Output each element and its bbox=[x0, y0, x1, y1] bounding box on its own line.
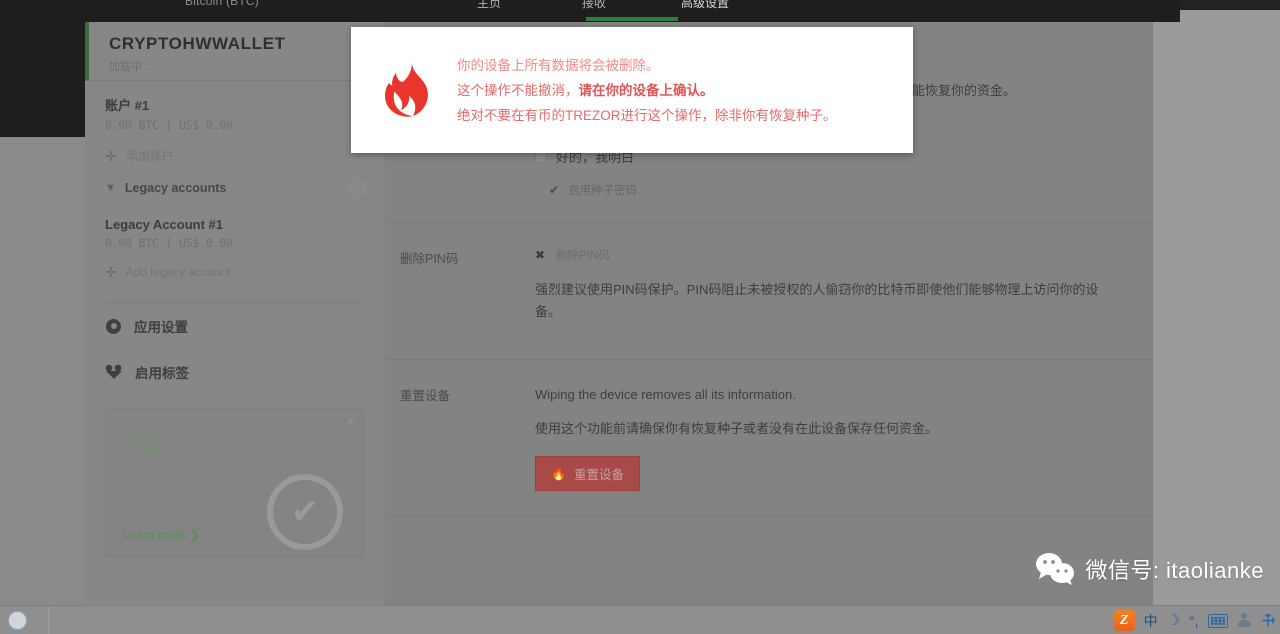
modal-line-2: 这个操作不能撤消，请在你的设备上确认。 bbox=[457, 78, 837, 103]
active-tab-underline bbox=[586, 17, 678, 21]
dark-left-panel bbox=[0, 0, 85, 137]
breadcrumb: Bitcoin (BTC) bbox=[185, 0, 259, 8]
taskbar-divider bbox=[48, 606, 49, 634]
tab-home[interactable]: 主页 bbox=[477, 0, 501, 11]
modal-line-3: 绝对不要在有币的TREZOR进行这个操作，除非你有恢复种子。 bbox=[457, 107, 837, 123]
right-side-pane bbox=[1153, 0, 1280, 605]
gear-icon bbox=[105, 318, 122, 335]
wechat-id-text: 微信号: itaolianke bbox=[1085, 558, 1264, 583]
tab-advanced-settings[interactable]: 高级设置 bbox=[681, 0, 729, 11]
check-circle-icon: ✔ bbox=[267, 474, 343, 550]
flame-icon bbox=[379, 61, 437, 119]
sidebar-item-enable-labeling[interactable]: 启用标签 bbox=[85, 349, 384, 395]
legacy-accounts-label: Legacy accounts bbox=[124, 181, 227, 195]
screen-root: Bitcoin (BTC) 主页 接收 高级设置 CRYPTOHWWALLET … bbox=[0, 0, 1280, 634]
modal-line-1: 你的设备上所有数据将会被删除。 bbox=[457, 57, 660, 73]
wallet-name: CRYPTOHWWALLET bbox=[109, 34, 286, 53]
moon-icon[interactable]: ☽ bbox=[1167, 613, 1180, 628]
person-icon[interactable] bbox=[1237, 613, 1252, 628]
ime-mode-chinese[interactable]: 中 bbox=[1144, 614, 1158, 628]
check-icon: ✔ bbox=[549, 183, 560, 197]
add-account-label: 添加账户 bbox=[125, 149, 174, 163]
account-balance: 0.00 BTC | US$ 0.00 bbox=[105, 118, 233, 132]
plus-icon: ✛ bbox=[105, 264, 117, 280]
wipe-confirmation-modal: 你的设备上所有数据将会被删除。 这个操作不能撤消，请在你的设备上确认。 绝对不要… bbox=[351, 27, 913, 153]
toggle-label: 启用种子密码 bbox=[568, 185, 638, 197]
wrench-icon[interactable]: ⚒ bbox=[1257, 610, 1279, 632]
add-legacy-account-label: Add legacy account bbox=[125, 265, 231, 279]
legacy-account-name: Legacy Account #1 bbox=[105, 217, 224, 232]
add-legacy-account-button[interactable]: ✛ Add legacy account bbox=[85, 254, 384, 290]
section-paragraph: 使用这个功能前请确保你有恢复种子或者没有在此设备保存任何资金。 bbox=[535, 421, 939, 436]
pin-promo-card[interactable]: × How strong is your PIN? Check out some… bbox=[105, 409, 364, 557]
sidebar-item-label: 应用设置 bbox=[134, 320, 188, 335]
wechat-watermark: 微信号: itaolianke bbox=[1035, 552, 1264, 586]
flame-icon: 🔥 bbox=[551, 466, 566, 481]
learn-more-link[interactable]: Learn more ❯ bbox=[122, 527, 200, 542]
wipe-device-button-label: 重置设备 bbox=[573, 468, 624, 482]
close-icon[interactable]: × bbox=[348, 416, 354, 428]
legacy-account-balance: 0.00 BTC | US$ 0.00 bbox=[105, 236, 233, 250]
sogou-logo-icon[interactable]: Z bbox=[1113, 610, 1135, 631]
section-paragraph: 强烈建议使用PIN码保护。PIN码阻止未被授权的人偷窃你的比特币即使他们能够物理… bbox=[535, 282, 1099, 319]
account-name: 账户 #1 bbox=[105, 98, 150, 113]
chevron-down-icon: ▼ bbox=[105, 182, 116, 194]
sidebar-item-label: 启用标签 bbox=[135, 366, 189, 381]
account-item[interactable]: 账户 #1 0.00 BTC | US$ 0.00 bbox=[85, 81, 384, 136]
legacy-account-item[interactable]: Legacy Account #1 0.00 BTC | US$ 0.00 bbox=[85, 203, 384, 254]
wipe-device-section: 重置设备 Wiping the device removes all its i… bbox=[386, 360, 1153, 516]
sidebar-header: CRYPTOHWWALLET 加载中 … bbox=[85, 22, 384, 81]
info-icon[interactable]: i bbox=[350, 181, 364, 195]
tab-receive[interactable]: 接收 bbox=[582, 0, 606, 11]
close-icon: ✖ bbox=[535, 248, 546, 262]
tag-icon bbox=[105, 364, 123, 380]
promo-line-2: PIN? bbox=[122, 439, 169, 461]
modal-line-2-prefix: 这个操作不能撤消， bbox=[457, 82, 579, 98]
taskbar: Z 中 ☽ °, ⚒ bbox=[0, 605, 1280, 634]
promo-line-1: How strong is your bbox=[122, 424, 226, 438]
plus-icon: ✛ bbox=[105, 147, 117, 164]
sidebar: CRYPTOHWWALLET 加载中 … 账户 #1 0.00 BTC | US… bbox=[85, 22, 385, 605]
legacy-accounts-group[interactable]: ▼ Legacy accounts i bbox=[85, 175, 384, 203]
section-title: 重置设备 bbox=[400, 389, 451, 403]
remove-pin-toggle[interactable]: ✖ 删除PIN码 bbox=[535, 247, 1113, 263]
section-title: 删除PIN码 bbox=[400, 252, 459, 266]
ime-toolbar: Z 中 ☽ °, ⚒ bbox=[1113, 609, 1279, 632]
section-paragraph-en: Wiping the device removes all its inform… bbox=[535, 387, 796, 402]
keyboard-icon[interactable] bbox=[1207, 613, 1228, 628]
modal-line-2-bold: 请在你的设备上确认。 bbox=[578, 82, 714, 98]
wechat-icon bbox=[1035, 552, 1075, 586]
remove-pin-section: 删除PIN码 ✖ 删除PIN码 强烈建议使用PIN码保护。PIN码阻止未被授权的… bbox=[386, 223, 1153, 360]
remove-pin-label: 删除PIN码 bbox=[556, 250, 610, 262]
enable-passphrase-toggle[interactable]: ✔ 启用种子密码 bbox=[535, 182, 1113, 198]
punctuation-icon[interactable]: °, bbox=[1189, 614, 1199, 628]
modal-text-block: 你的设备上所有数据将会被删除。 这个操作不能撤消，请在你的设备上确认。 绝对不要… bbox=[457, 53, 837, 128]
taskbar-app-icon[interactable] bbox=[8, 611, 27, 630]
wipe-device-button[interactable]: 🔥 重置设备 bbox=[535, 456, 640, 491]
wallet-status: 加载中 … bbox=[109, 61, 157, 73]
sidebar-item-app-settings[interactable]: 应用设置 bbox=[85, 303, 384, 349]
add-account-button[interactable]: ✛ 添加账户 bbox=[85, 136, 384, 175]
